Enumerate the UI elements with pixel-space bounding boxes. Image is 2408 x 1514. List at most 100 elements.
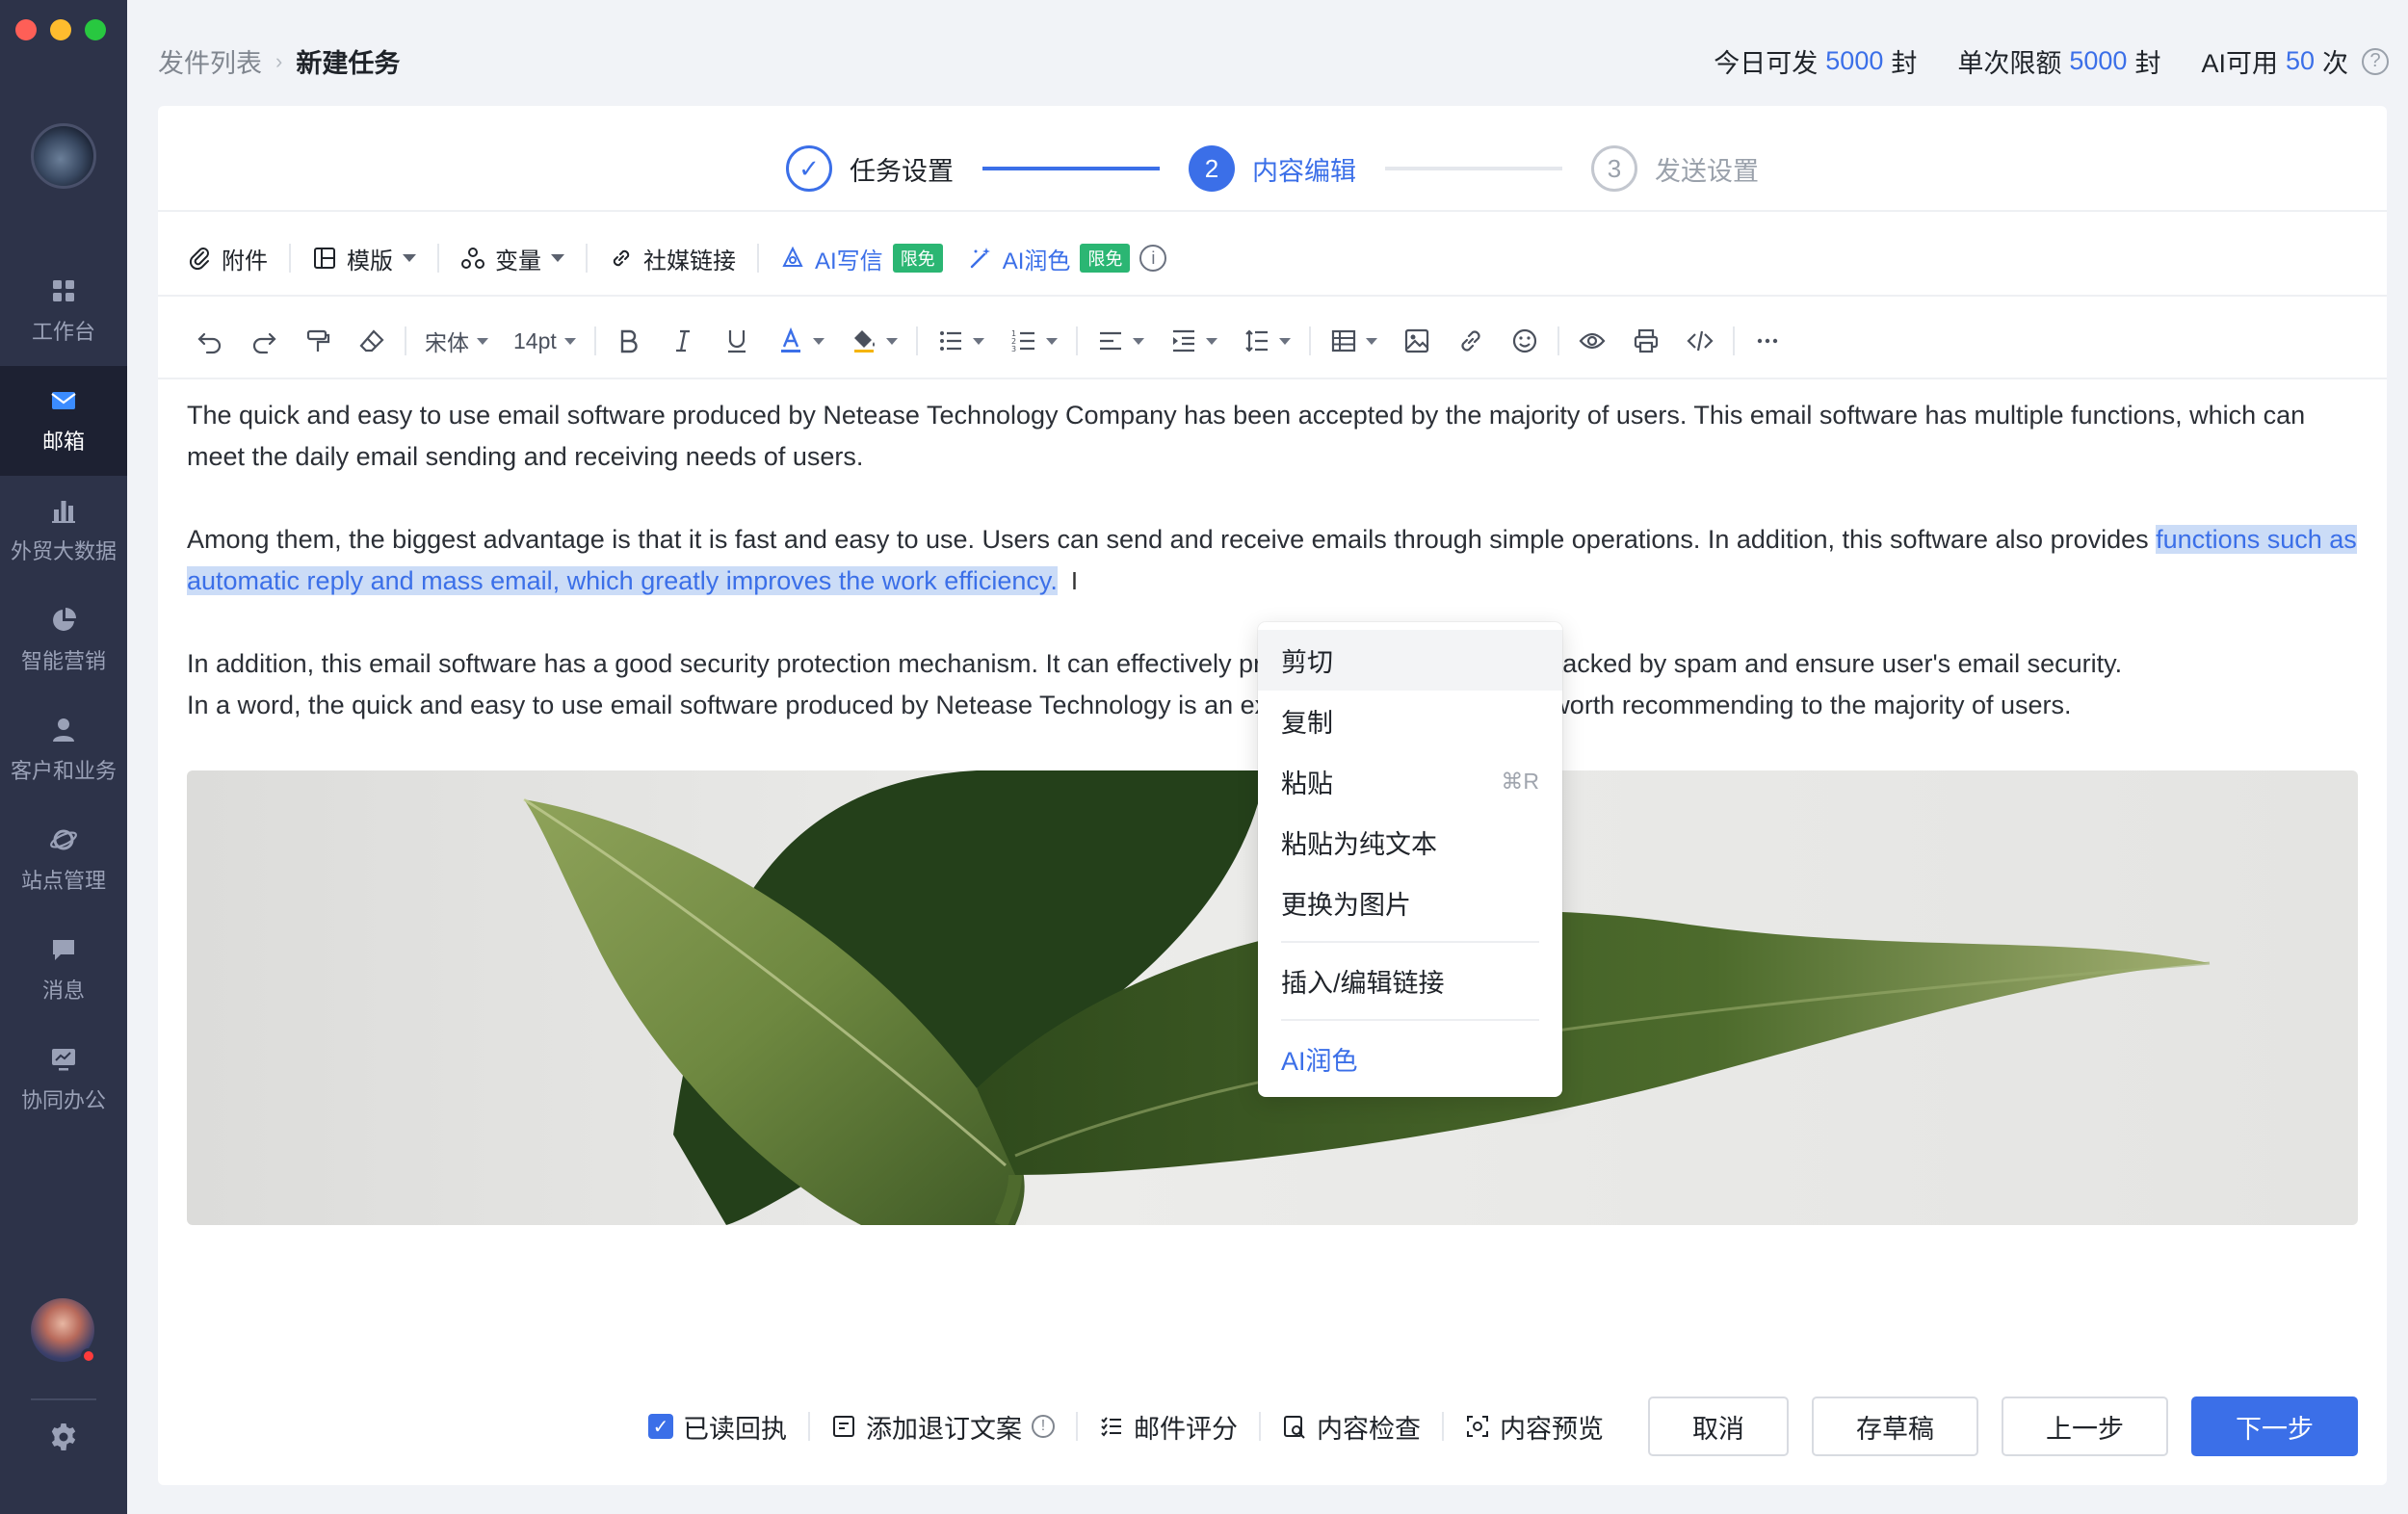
quota-single-label: 单次限额 — [1957, 49, 2062, 78]
menu-item-insert-link[interactable]: 插入/编辑链接 — [1258, 951, 1562, 1011]
line-height-button[interactable] — [1230, 317, 1303, 365]
font-size-value: 14pt — [513, 327, 557, 353]
close-window-button[interactable] — [15, 19, 37, 40]
undo-button[interactable] — [183, 317, 237, 365]
paperclip-icon — [189, 248, 209, 271]
insert-link-button[interactable] — [1444, 317, 1498, 365]
sidebar-item-sites[interactable]: 站点管理 — [0, 805, 127, 915]
text-cursor-icon: I — [1070, 566, 1079, 595]
redo-button[interactable] — [237, 317, 291, 365]
sidebar-item-marketing[interactable]: 智能营销 — [0, 586, 127, 695]
font-family-value: 宋体 — [425, 330, 469, 355]
gear-icon[interactable] — [48, 1422, 79, 1452]
unsubscribe-button[interactable]: 添加退订文案 ! — [810, 1408, 1076, 1446]
step-send-settings[interactable]: 3 发送设置 — [1591, 145, 1759, 192]
social-link-label: 社媒链接 — [643, 248, 736, 274]
paint-bucket-icon — [853, 330, 875, 352]
bullet-list-button[interactable] — [924, 317, 997, 365]
ai-polish-label: AI润色 — [1002, 248, 1071, 274]
caret-down-icon — [812, 337, 824, 345]
step-label: 发送设置 — [1655, 156, 1759, 186]
content-toolbar: 附件 模版 变量 社媒链接 AI写信 限免 AI润色 限免 i — [187, 231, 1188, 285]
content-check-button[interactable]: 内容检查 — [1261, 1408, 1442, 1446]
bold-button[interactable] — [602, 317, 656, 365]
printer-icon — [1634, 328, 1658, 353]
format-painter-button[interactable] — [291, 317, 345, 365]
maximize-window-button[interactable] — [85, 19, 106, 40]
page-title: 新建任务 — [296, 49, 401, 78]
caret-down-icon — [563, 337, 576, 345]
menu-item-copy[interactable]: 复制 — [1258, 691, 1562, 751]
ai-polish-button[interactable]: AI润色 限免 i — [964, 242, 1189, 275]
read-receipt-checkbox[interactable]: ✓ 已读回执 — [627, 1408, 808, 1446]
step-label: 任务设置 — [850, 156, 954, 186]
save-draft-button[interactable]: 存草稿 — [1812, 1397, 1978, 1456]
align-button[interactable] — [1084, 317, 1157, 365]
checkbox-checked-icon: ✓ — [648, 1414, 673, 1439]
font-size-select[interactable]: 14pt — [501, 317, 589, 365]
preview-button[interactable] — [1565, 317, 1619, 365]
sidebar-item-trade-data[interactable]: 外贸大数据 — [0, 476, 127, 586]
info-icon[interactable]: ! — [1032, 1415, 1055, 1438]
clear-format-button[interactable] — [345, 317, 399, 365]
insert-image-button[interactable] — [1390, 317, 1444, 365]
link-icon — [1461, 330, 1480, 352]
email-score-button[interactable]: 邮件评分 — [1078, 1408, 1259, 1446]
table-button[interactable] — [1317, 317, 1390, 365]
breadcrumb-parent[interactable]: 发件列表 — [158, 42, 262, 80]
divider — [1732, 326, 1735, 355]
shortcut-label: ⌘R — [1501, 769, 1539, 794]
caret-down-icon — [1045, 337, 1058, 345]
sidebar-item-workbench[interactable]: 工作台 — [0, 256, 127, 366]
cancel-button[interactable]: 取消 — [1648, 1397, 1789, 1456]
help-icon[interactable]: ? — [2362, 47, 2389, 75]
italic-button[interactable] — [656, 317, 710, 365]
content-preview-button[interactable]: 内容预览 — [1444, 1408, 1625, 1446]
info-icon[interactable]: i — [1139, 245, 1167, 272]
sidebar-item-customers[interactable]: 客户和业务 — [0, 695, 127, 805]
menu-item-label: 粘贴为纯文本 — [1281, 830, 1437, 859]
redo-icon — [252, 332, 276, 354]
social-link-button[interactable]: 社媒链接 — [588, 242, 757, 275]
ai-write-button[interactable]: AI写信 限免 — [759, 242, 964, 275]
sidebar-item-mailbox[interactable]: 邮箱 — [0, 366, 127, 476]
menu-item-cut[interactable]: 剪切 — [1258, 630, 1562, 691]
menu-item-paste[interactable]: 粘贴 ⌘R — [1258, 751, 1562, 812]
context-menu: 剪切 复制 粘贴 ⌘R 粘贴为纯文本 更换为图片 插入/编辑链接 AI润色 — [1258, 622, 1562, 1097]
next-step-button[interactable]: 下一步 — [2191, 1397, 2358, 1456]
previous-step-button[interactable]: 上一步 — [2002, 1397, 2168, 1456]
source-code-button[interactable] — [1673, 317, 1727, 365]
template-dropdown[interactable]: 模版 — [291, 242, 437, 275]
attachment-button[interactable]: 附件 — [187, 242, 289, 275]
ai-write-icon — [782, 246, 803, 267]
minimize-window-button[interactable] — [50, 19, 71, 40]
unsubscribe-icon — [833, 1416, 854, 1437]
mail-icon — [51, 392, 76, 409]
variable-icon — [461, 248, 484, 269]
document-search-icon — [1284, 1416, 1305, 1439]
font-family-select[interactable]: 宋体 — [412, 317, 501, 365]
step-content-edit[interactable]: 2 内容编辑 — [1189, 145, 1356, 192]
emoji-button[interactable] — [1498, 317, 1552, 365]
more-button[interactable] — [1741, 317, 1794, 365]
editor-card: ✓ 任务设置 2 内容编辑 3 发送设置 附件 模版 变量 社媒链接 AI写信 … — [158, 106, 2387, 1485]
print-button[interactable] — [1619, 317, 1673, 365]
menu-item-replace-image[interactable]: 更换为图片 — [1258, 873, 1562, 933]
step-task-settings[interactable]: ✓ 任务设置 — [786, 145, 954, 192]
underline-button[interactable] — [710, 317, 764, 365]
code-icon — [1687, 330, 1714, 352]
menu-item-paste-plain[interactable]: 粘贴为纯文本 — [1258, 812, 1562, 873]
indent-icon — [1172, 329, 1194, 352]
numbered-list-button[interactable]: 123 — [997, 317, 1070, 365]
variable-dropdown[interactable]: 变量 — [439, 242, 586, 275]
divider — [405, 326, 406, 355]
sidebar-item-messages[interactable]: 消息 — [0, 915, 127, 1025]
account-avatar[interactable] — [31, 123, 96, 189]
highlight-color-button[interactable] — [837, 317, 910, 365]
menu-item-ai-polish[interactable]: AI润色 — [1258, 1029, 1562, 1089]
font-color-button[interactable] — [764, 317, 837, 365]
sidebar-item-collaboration[interactable]: 协同办公 — [0, 1025, 127, 1135]
indent-button[interactable] — [1157, 317, 1230, 365]
sidebar-item-label: 邮箱 — [41, 430, 85, 454]
sidebar: 工作台 邮箱 外贸大数据 智能营销 客户和业务 站点管理 消息 协同办公 — [0, 0, 127, 1514]
